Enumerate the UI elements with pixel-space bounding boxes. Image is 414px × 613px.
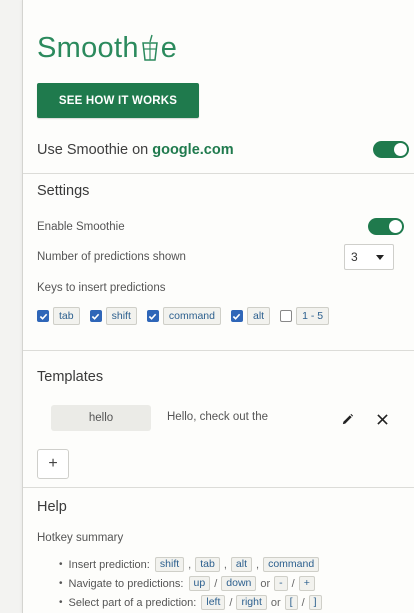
hotkey-select-label: Select part of a prediction: [68, 596, 197, 609]
key-label: 1 - 5 [296, 307, 330, 325]
edit-template-button[interactable] [337, 409, 357, 429]
divider [23, 173, 414, 174]
predictions-count-value: 3 [351, 250, 358, 264]
divider [23, 350, 414, 351]
template-value[interactable]: Hello, check out the [167, 411, 268, 423]
checkbox-unchecked-icon[interactable] [280, 310, 293, 322]
key-label: alt [246, 307, 271, 325]
bullet-icon: • [59, 578, 63, 589]
hotkey-key: left [201, 595, 226, 610]
bullet-icon: • [59, 597, 63, 608]
use-on-site-toggle[interactable] [373, 141, 409, 158]
key-option-shift[interactable]: shift [89, 307, 137, 325]
settings-title: Settings [37, 183, 90, 199]
help-title: Help [37, 499, 67, 515]
separator: / [229, 596, 233, 609]
divider [23, 487, 414, 488]
separator: or [260, 577, 271, 590]
hotkey-key: up [188, 576, 211, 591]
logo-text-end: e [160, 31, 178, 64]
enable-smoothie-label: Enable Smoothie [37, 221, 125, 233]
use-on-site-row: Use Smoothie on google.com [37, 140, 409, 162]
hotkey-key: down [221, 576, 257, 591]
key-option-number[interactable]: 1 - 5 [280, 307, 330, 325]
insert-keys-row: tab shift command alt 1 - 5 [37, 305, 407, 327]
predictions-count-select[interactable]: 3 [344, 244, 394, 270]
separator: / [301, 596, 305, 609]
see-how-it-works-button[interactable]: SEE HOW IT WORKS [37, 83, 199, 118]
template-key[interactable]: hello [51, 405, 151, 431]
checkbox-checked-icon[interactable] [230, 310, 243, 322]
separator: / [214, 577, 218, 590]
hotkey-key: shift [154, 557, 185, 572]
key-option-tab[interactable]: tab [37, 307, 80, 325]
close-icon [376, 413, 388, 425]
hotkey-select-item: • Select part of a prediction: left / ri… [59, 593, 409, 612]
hotkey-key: tab [195, 557, 220, 572]
hotkey-insert-item: • Insert prediction: shift, tab, alt, co… [59, 555, 409, 574]
separator: / [291, 577, 295, 590]
site-domain-link[interactable]: google.com [152, 142, 233, 158]
key-label: command [162, 307, 221, 325]
checkbox-checked-icon[interactable] [37, 310, 49, 322]
template-row: hello Hello, check out the [37, 405, 407, 433]
separator: , [223, 558, 227, 571]
smoothie-cup-icon [141, 34, 159, 62]
key-label: tab [53, 307, 80, 325]
checkbox-checked-icon[interactable] [89, 310, 102, 322]
predictions-count-label: Number of predictions shown [37, 251, 186, 263]
logo-text-start: Smooth [37, 31, 139, 64]
add-template-button[interactable]: + [37, 449, 69, 479]
key-label: shift [105, 307, 137, 325]
hotkey-navigate-label: Navigate to predictions: [68, 577, 184, 590]
hotkey-list: • Insert prediction: shift, tab, alt, co… [59, 555, 409, 612]
hotkey-key: ] [308, 595, 322, 610]
extension-popup: Smooth e SEE HOW IT WORKS Use Smoothie o… [22, 0, 414, 613]
use-on-site-label: Use Smoothie on google.com [37, 142, 234, 158]
checkbox-checked-icon[interactable] [146, 310, 159, 322]
caret-down-icon [376, 255, 384, 260]
toggle-knob [389, 220, 402, 233]
hotkey-summary-title: Hotkey summary [37, 532, 124, 544]
separator: or [270, 596, 281, 609]
separator: , [256, 558, 260, 571]
hotkey-key: + [298, 576, 315, 591]
use-on-label: Use Smoothie on [37, 142, 149, 158]
templates-title: Templates [37, 369, 104, 385]
hotkey-key: alt [230, 557, 252, 572]
hotkey-key: - [274, 576, 288, 591]
keys-label: Keys to insert predictions [37, 282, 166, 294]
hotkey-key: right [236, 595, 267, 610]
key-option-command[interactable]: command [146, 307, 221, 325]
toggle-knob [394, 143, 407, 156]
hotkey-key: [ [284, 595, 298, 610]
enable-smoothie-toggle[interactable] [368, 218, 404, 235]
delete-template-button[interactable] [372, 409, 392, 429]
bullet-icon: • [59, 559, 63, 570]
smoothie-logo: Smooth e [37, 28, 177, 68]
separator: , [188, 558, 192, 571]
hotkey-insert-label: Insert prediction: [68, 558, 150, 571]
hotkey-navigate-item: • Navigate to predictions: up / down or … [59, 574, 409, 593]
pencil-icon [342, 413, 353, 424]
key-option-alt[interactable]: alt [230, 307, 271, 325]
hotkey-key: command [263, 557, 320, 572]
